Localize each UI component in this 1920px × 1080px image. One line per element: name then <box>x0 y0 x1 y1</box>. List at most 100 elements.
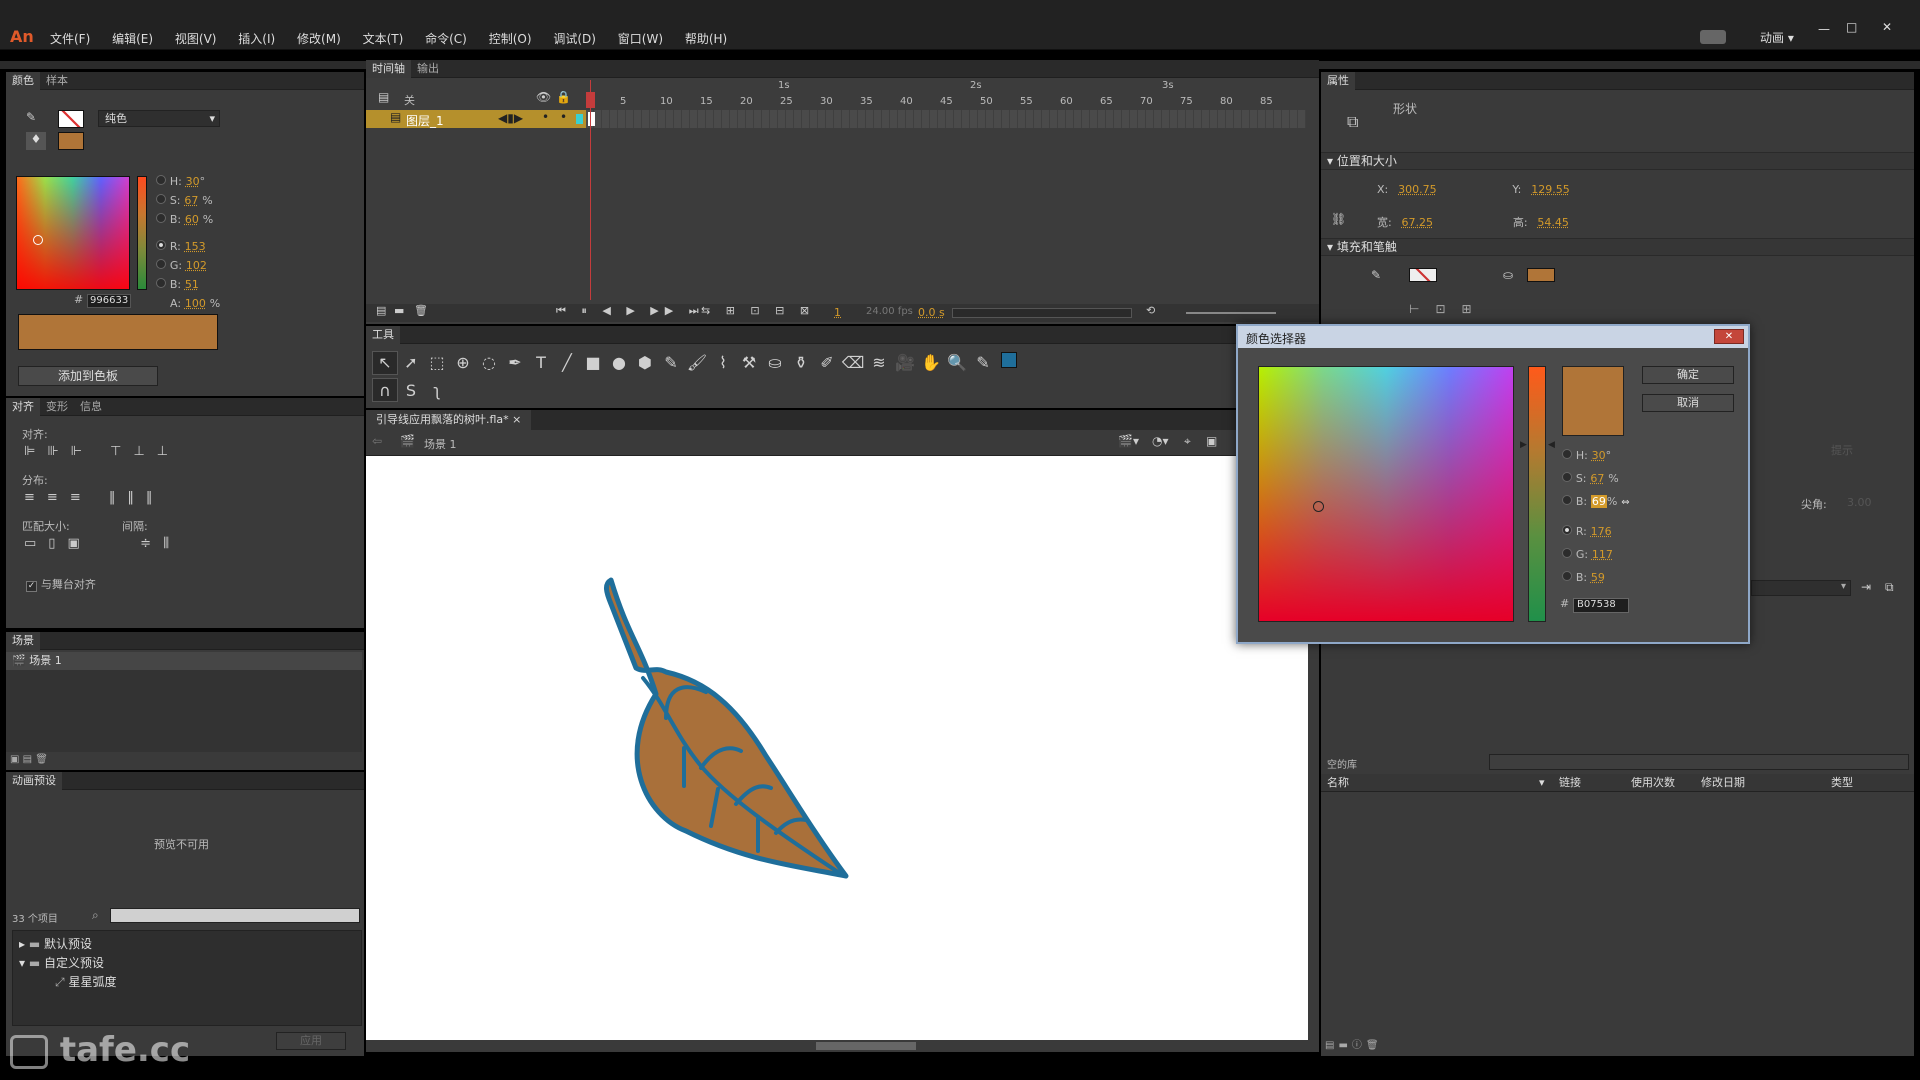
x-value[interactable]: 300.75 <box>1398 183 1437 196</box>
zoom-tool-icon[interactable]: 🔍 <box>944 351 970 375</box>
back-arrow-icon[interactable]: ⇦ <box>372 434 382 448</box>
constrain-link-icon[interactable]: ⛓ <box>1331 212 1346 226</box>
picker-color-field[interactable] <box>1258 366 1514 622</box>
leaf-shape[interactable] <box>604 577 849 879</box>
h-value[interactable]: 30 <box>186 175 200 188</box>
picker-s-value[interactable]: 67 <box>1590 472 1604 485</box>
preset-folder-custom[interactable]: ▾ ▬ 自定义预设 <box>19 954 355 973</box>
fill-swatch[interactable] <box>58 132 84 150</box>
distribute-vcenter-icon[interactable]: ≡ <box>47 490 70 505</box>
menu-debug[interactable]: 调试(D) <box>553 32 596 46</box>
fill-color-icon[interactable]: ♦ <box>26 132 46 150</box>
sync-settings-icon[interactable] <box>1700 30 1726 44</box>
layer-outline-swatch[interactable] <box>576 114 583 124</box>
delete-layer-icon[interactable]: 🗑 <box>414 304 428 317</box>
radio-h[interactable] <box>156 175 166 185</box>
new-layer-icon[interactable]: ▤ <box>376 304 386 317</box>
stroke-color-chip[interactable] <box>996 348 1022 372</box>
tab-swatches[interactable]: 样本 <box>40 72 74 90</box>
center-stage-icon[interactable]: ⌖ <box>1184 434 1191 449</box>
s-value[interactable]: 67 <box>184 194 198 207</box>
col-use-count[interactable]: 使用次数 <box>1631 774 1675 792</box>
menu-edit[interactable]: 编辑(E) <box>112 32 153 46</box>
width-tool-icon[interactable]: ≋ <box>866 351 892 375</box>
selection-tool-icon[interactable]: ↖ <box>372 350 398 375</box>
text-tool-icon[interactable]: T <box>528 351 554 375</box>
match-width-icon[interactable]: ▭ <box>24 536 48 551</box>
library-dropdown[interactable]: ▾ <box>1751 580 1851 596</box>
picker-b-value[interactable]: 69 <box>1590 495 1607 508</box>
picker-radio-s[interactable] <box>1562 472 1572 482</box>
straighten-icon[interactable]: ʅ <box>424 378 450 402</box>
ink-bottle-tool-icon[interactable]: ⚱ <box>788 351 814 375</box>
pin-library-icon[interactable]: ⇥ <box>1861 580 1871 594</box>
layer-row[interactable]: ▤ 图层_1 ◀▮▶ • • <box>366 110 586 128</box>
radio-blue[interactable] <box>156 278 166 288</box>
distribute-bottom-icon[interactable]: ≡ <box>70 490 93 505</box>
y-value[interactable]: 129.55 <box>1531 183 1570 196</box>
menu-help[interactable]: 帮助(H) <box>685 32 727 46</box>
maximize-button[interactable]: □ <box>1846 20 1857 34</box>
timeline-scrollbar[interactable] <box>952 308 1132 318</box>
close-window-button[interactable]: ✕ <box>1882 20 1892 34</box>
playhead[interactable] <box>590 80 591 300</box>
paint-brush-tool-icon[interactable]: ⌇ <box>710 351 736 375</box>
elapsed-time[interactable]: 0.0 s <box>918 306 945 319</box>
hand-tool-icon[interactable]: ✋ <box>918 351 944 375</box>
picker-hex-input[interactable]: B07538 <box>1573 598 1630 613</box>
pencil-tool-icon[interactable]: ✎ <box>658 351 684 375</box>
add-scene-icon[interactable]: ▤ <box>23 754 32 765</box>
fill-type-select[interactable]: 纯色 ▾ <box>98 110 220 127</box>
show-all-eye-icon[interactable]: 👁 <box>536 90 551 104</box>
picker-radio-h[interactable] <box>1562 449 1572 459</box>
col-date-modified[interactable]: 修改日期 <box>1701 774 1745 792</box>
match-height-icon[interactable]: ▯ <box>48 536 67 551</box>
delete-scene-icon[interactable]: 🗑 <box>35 754 48 765</box>
leaf-drawing[interactable] <box>366 456 1308 1040</box>
picker-cursor[interactable] <box>1313 501 1324 512</box>
align-bottom-icon[interactable]: ⊥ <box>157 444 180 459</box>
picker-radio-g[interactable] <box>1562 548 1572 558</box>
stroke-swatch[interactable] <box>58 110 84 128</box>
frame-ruler[interactable]: 15101520253035404550556065707580851s2s3s <box>586 78 1306 110</box>
paint-bucket-tool-icon[interactable]: ⛀ <box>762 351 788 375</box>
color-field[interactable] <box>16 176 130 290</box>
hex-input[interactable]: 996633 <box>87 294 132 308</box>
menu-window[interactable]: 窗口(W) <box>618 32 663 46</box>
distribute-top-icon[interactable]: ≡ <box>24 490 47 505</box>
picker-radio-r[interactable] <box>1562 525 1572 535</box>
free-transform-tool-icon[interactable]: ⬚ <box>424 351 450 375</box>
onion-skin-icons[interactable]: ⇆ ⊞ ⊡ ⊟ ⊠ <box>701 304 815 317</box>
height-value[interactable]: 54.45 <box>1537 216 1569 229</box>
snap-magnet-icon[interactable]: ∩ <box>372 378 398 402</box>
edit-symbol-icon[interactable]: ◔▾ <box>1152 434 1169 448</box>
picker-radio-blue[interactable] <box>1562 571 1572 581</box>
current-frame[interactable]: 1 <box>834 306 841 319</box>
align-top-icon[interactable]: ⊤ <box>110 444 133 459</box>
width-value[interactable]: 67.25 <box>1402 216 1434 229</box>
dialog-close-button[interactable]: ✕ <box>1714 329 1744 344</box>
polystar-tool-icon[interactable]: ⬢ <box>632 351 658 375</box>
radio-r[interactable] <box>156 240 166 250</box>
miter-value[interactable]: 3.00 <box>1847 496 1872 509</box>
g-value[interactable]: 102 <box>186 259 207 272</box>
space-vertical-icon[interactable]: ≑ <box>140 536 163 551</box>
picker-cancel-button[interactable]: 取消 <box>1642 394 1734 412</box>
layer-name[interactable]: 图层_1 <box>406 112 444 129</box>
stroke-color-tool-icon[interactable]: ✎ <box>970 351 996 375</box>
library-search-input[interactable] <box>1489 754 1909 770</box>
edit-scene-icon[interactable]: 🎬▾ <box>1118 434 1139 448</box>
space-horizontal-icon[interactable]: ⫼ <box>163 536 181 551</box>
add-to-swatches-button[interactable]: 添加到色板 <box>18 366 158 386</box>
stage-horizontal-scrollbar[interactable] <box>366 1040 1308 1052</box>
distribute-right-icon[interactable]: ‖ <box>146 490 165 505</box>
fill-stroke-section[interactable]: ▾ 填充和笔触 <box>1321 238 1914 256</box>
close-tab-icon[interactable]: × <box>512 413 521 426</box>
radio-b[interactable] <box>156 213 166 223</box>
cap-join-icons[interactable]: ⊢⊡⊞ <box>1409 302 1488 316</box>
r-value[interactable]: 153 <box>185 240 206 253</box>
layer-visible-dot-icon[interactable]: • <box>542 110 549 124</box>
duplicate-scene-icon[interactable]: ▣ <box>10 754 19 765</box>
3d-rotation-tool-icon[interactable]: ⊕ <box>450 351 476 375</box>
smooth-icon[interactable]: S <box>398 378 424 402</box>
